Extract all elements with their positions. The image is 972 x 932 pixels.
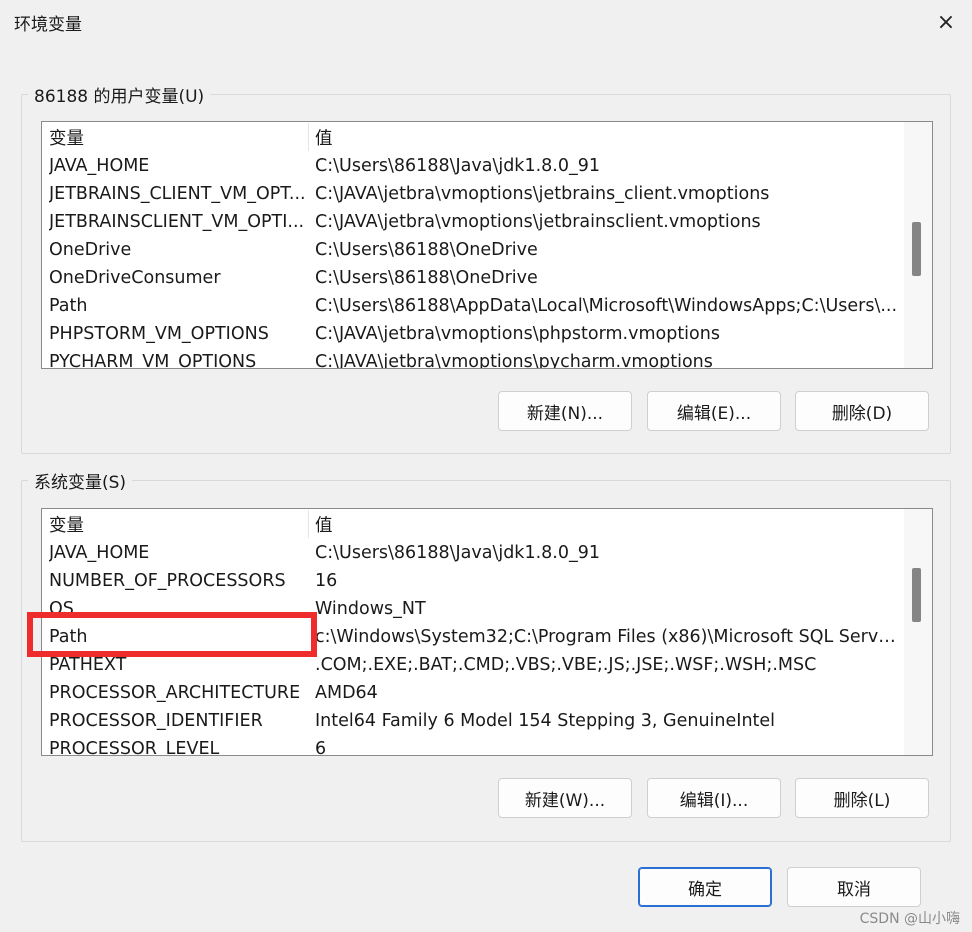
- user-new-button[interactable]: 新建(N)...: [498, 391, 632, 431]
- row-value: C:\JAVA\jetbra\vmoptions\phpstorm.vmopti…: [315, 324, 720, 344]
- row-value: .COM;.EXE;.BAT;.CMD;.VBS;.VBE;.JS;.JSE;.…: [315, 655, 817, 675]
- column-header-value[interactable]: 值: [315, 125, 898, 150]
- system-new-button[interactable]: 新建(W)...: [498, 778, 632, 818]
- system-delete-button[interactable]: 删除(L): [795, 778, 929, 818]
- row-value: Intel64 Family 6 Model 154 Stepping 3, G…: [315, 711, 776, 731]
- system-vars-header: 变量 值: [42, 510, 904, 538]
- row-value: c:\Windows\System32;C:\Program Files (x8…: [315, 627, 898, 647]
- ok-button[interactable]: 确定: [638, 867, 772, 907]
- column-header-variable[interactable]: 变量: [49, 512, 309, 537]
- column-divider[interactable]: [308, 123, 309, 151]
- column-divider[interactable]: [308, 510, 309, 538]
- row-value: C:\Users\86188\OneDrive: [315, 268, 538, 288]
- row-variable: JETBRAINS_CLIENT_VM_OPT...: [49, 184, 306, 204]
- row-value: Windows_NT: [315, 599, 426, 619]
- row-value: C:\Users\86188\Java\jdk1.8.0_91: [315, 543, 600, 563]
- row-variable: JETBRAINSCLIENT_VM_OPTI...: [49, 212, 305, 232]
- row-value: C:\Users\86188\Java\jdk1.8.0_91: [315, 156, 600, 176]
- scrollbar-thumb[interactable]: [912, 222, 921, 276]
- row-value: C:\JAVA\jetbra\vmoptions\jetbrainsclient…: [315, 212, 761, 232]
- scrollbar[interactable]: [904, 509, 932, 755]
- user-delete-button[interactable]: 删除(D): [795, 391, 929, 431]
- title-bar: 环境变量 ×: [0, 0, 972, 44]
- row-variable: PROCESSOR_IDENTIFIER: [49, 711, 263, 731]
- column-header-value[interactable]: 值: [315, 512, 898, 537]
- row-variable: OneDrive: [49, 240, 132, 260]
- column-header-variable[interactable]: 变量: [49, 125, 309, 150]
- scrollbar-thumb[interactable]: [912, 568, 921, 622]
- window-title: 环境变量: [14, 15, 82, 35]
- row-value: 16: [315, 571, 338, 591]
- row-variable: JAVA_HOME: [49, 543, 150, 563]
- row-variable: OneDriveConsumer: [49, 268, 221, 288]
- row-value: 6: [315, 739, 327, 756]
- row-value: C:\Users\86188\OneDrive: [315, 240, 538, 260]
- watermark: CSDN @山小嗨: [859, 911, 960, 927]
- row-value: C:\JAVA\jetbra\vmoptions\pycharm.vmoptio…: [315, 352, 713, 369]
- user-vars-legend: 86188 的用户变量(U): [34, 87, 205, 107]
- row-variable: NUMBER_OF_PROCESSORS: [49, 571, 286, 591]
- row-value: C:\Users\86188\AppData\Local\Microsoft\W…: [315, 296, 898, 316]
- row-variable: PYCHARM_VM_OPTIONS: [49, 352, 257, 369]
- row-variable: JAVA_HOME: [49, 156, 150, 176]
- row-variable: PHPSTORM_VM_OPTIONS: [49, 324, 269, 344]
- row-variable: PROCESSOR_ARCHITECTURE: [49, 683, 301, 703]
- path-highlight-annotation: [27, 612, 317, 657]
- user-vars-header: 变量 值: [42, 123, 904, 151]
- row-variable: PATHEXT: [49, 655, 127, 675]
- cancel-button[interactable]: 取消: [787, 867, 921, 907]
- user-edit-button[interactable]: 编辑(E)...: [647, 391, 781, 431]
- system-edit-button[interactable]: 编辑(I)...: [647, 778, 781, 818]
- row-variable: Path: [49, 296, 88, 316]
- scrollbar[interactable]: [904, 122, 932, 368]
- system-vars-legend: 系统变量(S): [34, 473, 127, 493]
- user-vars-list[interactable]: 变量 值 JAVA_HOME C:\Users\86188\Java\jdk1.…: [41, 121, 933, 369]
- row-value: C:\JAVA\jetbra\vmoptions\jetbrains_clien…: [315, 184, 770, 204]
- row-variable: PROCESSOR_LEVEL: [49, 739, 220, 756]
- row-value: AMD64: [315, 683, 378, 703]
- close-icon[interactable]: ×: [928, 6, 964, 38]
